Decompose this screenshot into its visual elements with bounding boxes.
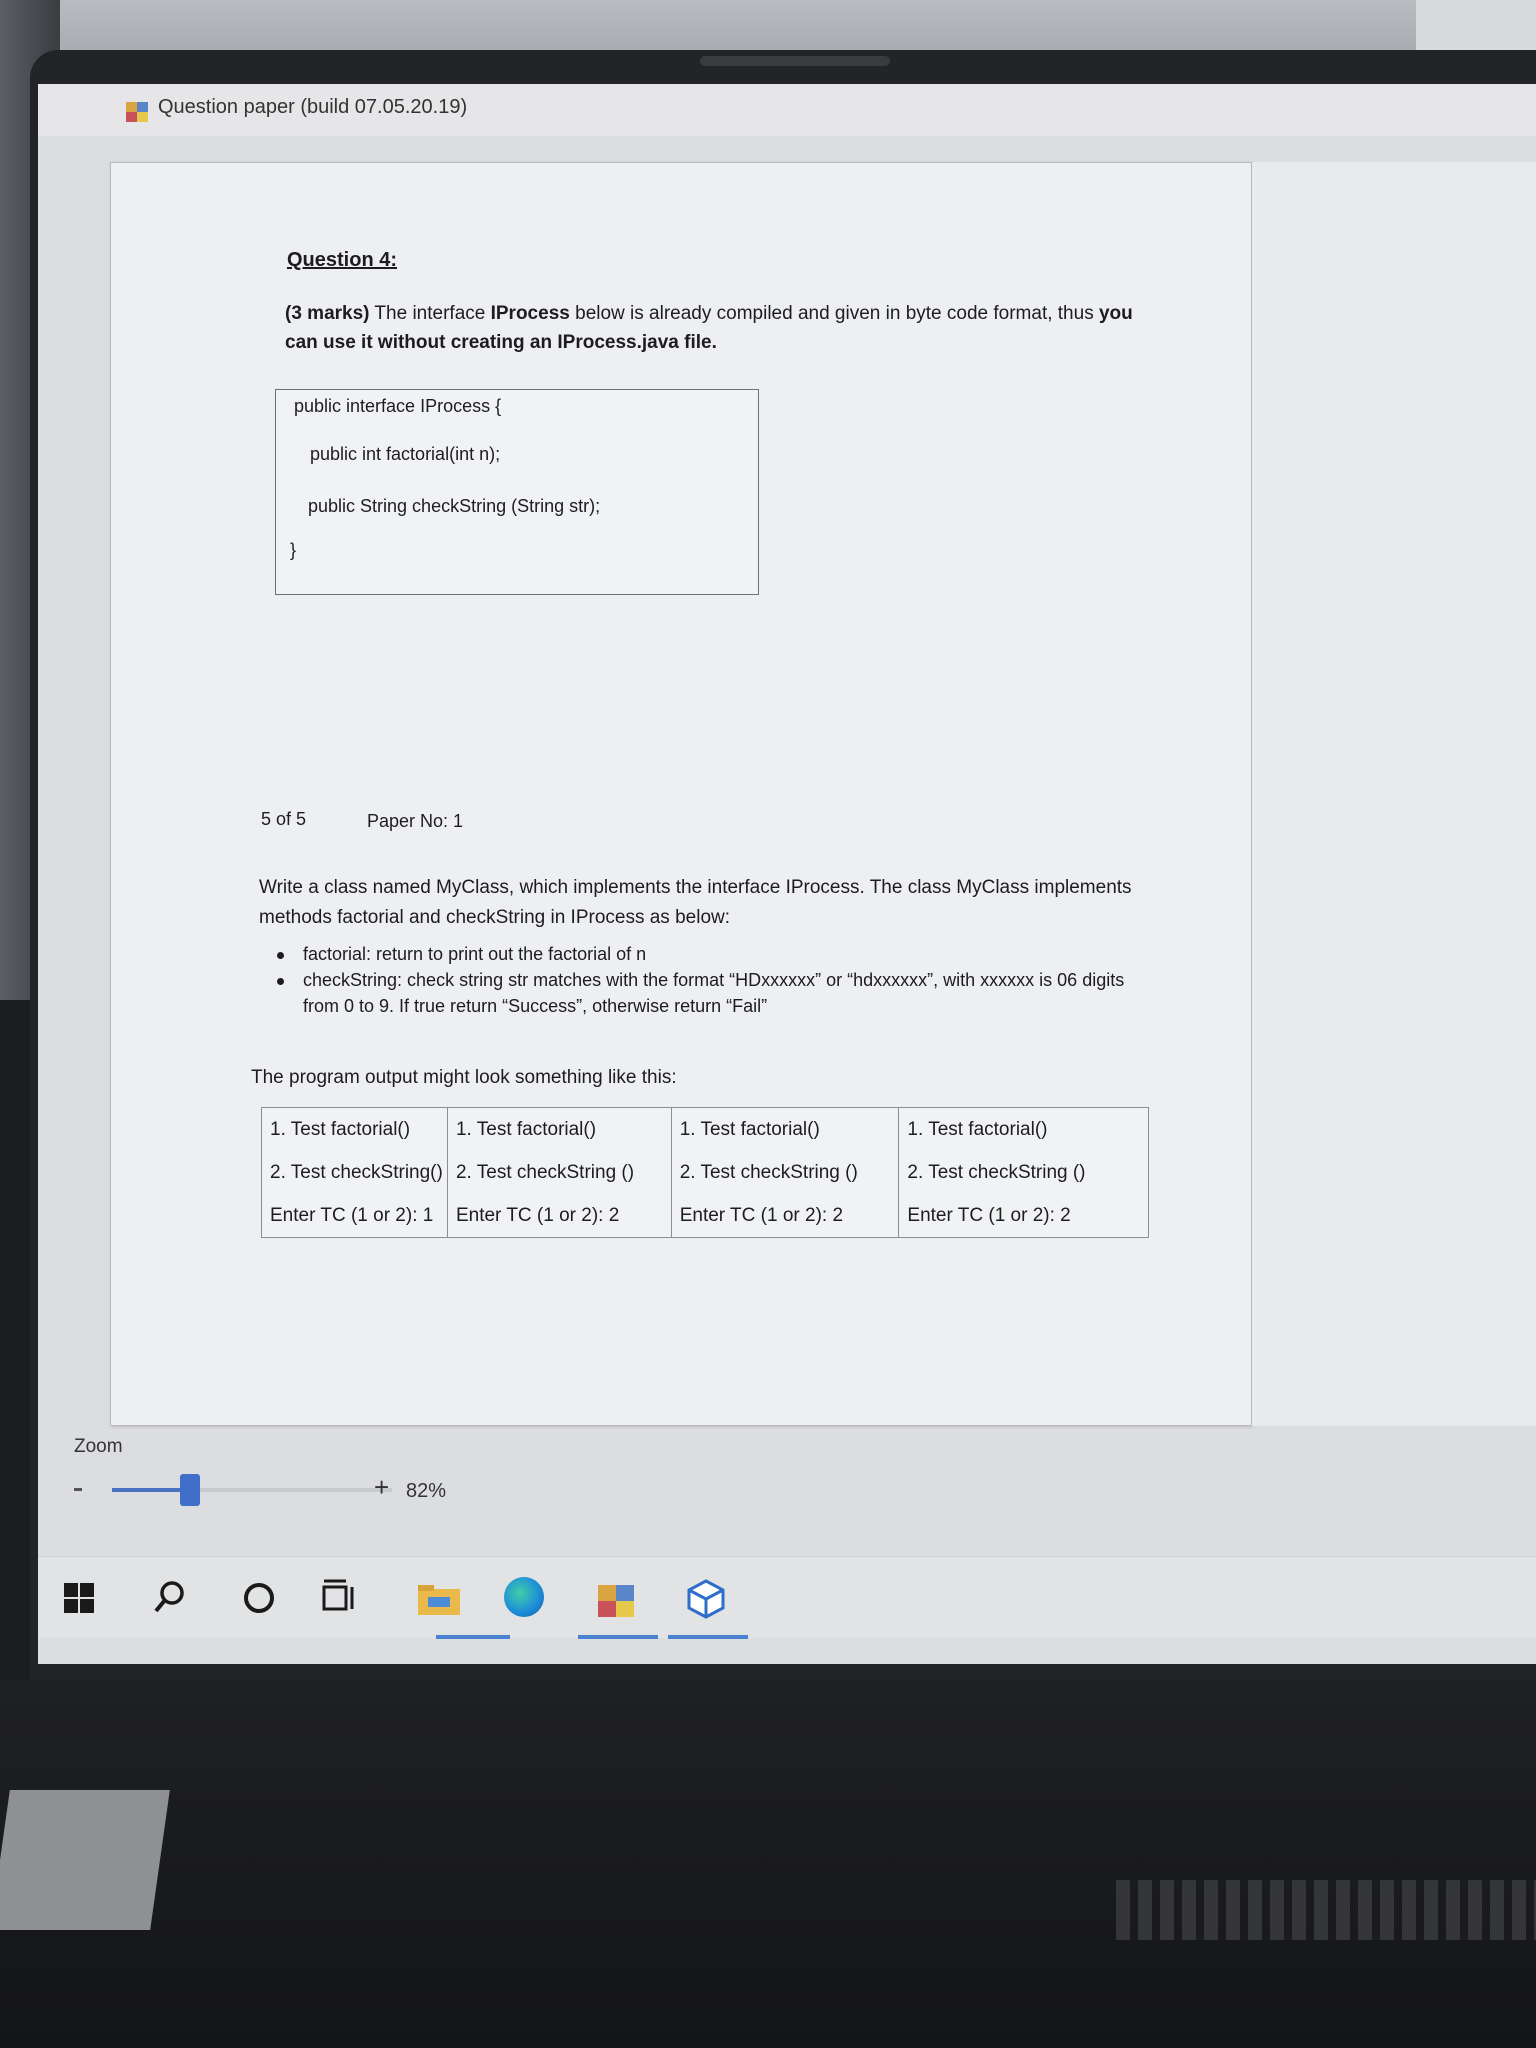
question-paper-app-icon bbox=[126, 102, 148, 122]
question-heading: Question 4: bbox=[287, 249, 398, 271]
bullet-text: factorial: return to print out the facto… bbox=[303, 944, 647, 964]
list-item: checkString: check string str matches wi… bbox=[277, 967, 1163, 1019]
zoom-value: 82% bbox=[406, 1480, 447, 1502]
edge-browser-icon[interactable] bbox=[504, 1577, 544, 1617]
file-explorer-icon[interactable] bbox=[418, 1585, 460, 1615]
code-line: public int factorial(int n); bbox=[310, 444, 501, 464]
cell-line: Enter TC (1 or 2): 2 bbox=[679, 1205, 844, 1226]
paper-number: Paper No: 1 bbox=[367, 811, 464, 831]
webcam bbox=[700, 56, 890, 66]
cell-line: Enter TC (1 or 2): 1 bbox=[270, 1205, 434, 1226]
intro-text-2: below is already compiled and given in b… bbox=[569, 303, 1099, 324]
right-panel bbox=[1252, 162, 1536, 1426]
bullet-icon bbox=[277, 952, 284, 959]
task-view-icon[interactable] bbox=[320, 1577, 360, 1622]
cell-line: 1. Test factorial() bbox=[270, 1119, 411, 1140]
laptop-lower-body bbox=[0, 1680, 1536, 2048]
laptop-hinge bbox=[0, 1790, 170, 1930]
question-paper-active-indicator bbox=[578, 1635, 658, 1639]
intro-text-1: The interface bbox=[369, 303, 491, 324]
cell-line: 2. Test checkString () bbox=[907, 1162, 1086, 1183]
zoom-slider-thumb[interactable] bbox=[179, 1474, 200, 1506]
cell-line: 1. Test factorial() bbox=[455, 1119, 597, 1140]
3d-cube-app-icon[interactable] bbox=[686, 1579, 726, 1619]
zoom-label: Zoom bbox=[74, 1436, 123, 1457]
bullet-icon bbox=[277, 978, 284, 985]
laptop-screen: Question paper (build 07.05.20.19) Quest… bbox=[38, 84, 1536, 1664]
interface-code-box: public interface IProcess { public int f… bbox=[275, 389, 759, 595]
table-row: 1. Test factorial() 2. Test checkString(… bbox=[261, 1107, 1149, 1238]
code-line: public interface IProcess { bbox=[294, 396, 502, 416]
task-description: Write a class named MyClass, which imple… bbox=[259, 877, 1132, 928]
taskbar bbox=[38, 1556, 1536, 1639]
question-paper-app-icon[interactable] bbox=[598, 1585, 634, 1617]
list-item: factorial: return to print out the facto… bbox=[277, 941, 1163, 967]
code-line: } bbox=[290, 540, 297, 560]
question-intro: (3 marks) The interface IProcess below i… bbox=[285, 299, 1165, 357]
cell-line: 2. Test checkString() bbox=[270, 1162, 443, 1183]
zoom-out-button[interactable] bbox=[74, 1488, 82, 1491]
intro-interface-name: IProcess bbox=[490, 303, 570, 324]
code-line: public String checkString (String str); bbox=[308, 496, 601, 516]
window-titlebar[interactable]: Question paper (build 07.05.20.19) bbox=[38, 84, 1536, 136]
cell-line: Enter TC (1 or 2): 2 bbox=[455, 1205, 620, 1226]
table-cell: 1. Test factorial() 2. Test checkString … bbox=[670, 1107, 900, 1238]
requirements-list: factorial: return to print out the facto… bbox=[277, 941, 1163, 1019]
window-client-area: Question 4: (3 marks) The interface IPro… bbox=[38, 136, 1536, 1664]
cortana-icon[interactable] bbox=[244, 1583, 274, 1613]
search-icon[interactable] bbox=[150, 1577, 190, 1622]
zoom-slider-fill bbox=[112, 1488, 190, 1492]
window-title: Question paper (build 07.05.20.19) bbox=[158, 96, 468, 118]
table-cell: 1. Test factorial() 2. Test checkString … bbox=[898, 1107, 1149, 1238]
output-table: 1. Test factorial() 2. Test checkString(… bbox=[261, 1107, 1149, 1238]
zoom-in-button[interactable]: + bbox=[374, 1472, 389, 1503]
cell-line: Enter TC (1 or 2): 2 bbox=[907, 1205, 1071, 1226]
cell-line: 2. Test checkString () bbox=[679, 1162, 858, 1183]
table-cell: 1. Test factorial() 2. Test checkString(… bbox=[261, 1107, 448, 1238]
laptop-grille bbox=[1116, 1880, 1536, 1940]
question-page: Question 4: (3 marks) The interface IPro… bbox=[110, 162, 1252, 1426]
explorer-active-indicator bbox=[436, 1635, 510, 1639]
table-cell: 1. Test factorial() 2. Test checkString … bbox=[446, 1107, 672, 1238]
output-label: The program output might look something … bbox=[251, 1067, 677, 1088]
windows-start-icon[interactable] bbox=[64, 1583, 94, 1613]
cube-app-active-indicator bbox=[668, 1635, 748, 1639]
cell-line: 2. Test checkString () bbox=[455, 1162, 635, 1183]
cell-line: 1. Test factorial() bbox=[907, 1119, 1048, 1140]
bullet-text: checkString: check string str matches wi… bbox=[303, 970, 1125, 1016]
question-marks: (3 marks) bbox=[285, 303, 370, 324]
page-indicator: 5 of 5 bbox=[261, 809, 307, 829]
cell-line: 1. Test factorial() bbox=[679, 1119, 820, 1140]
